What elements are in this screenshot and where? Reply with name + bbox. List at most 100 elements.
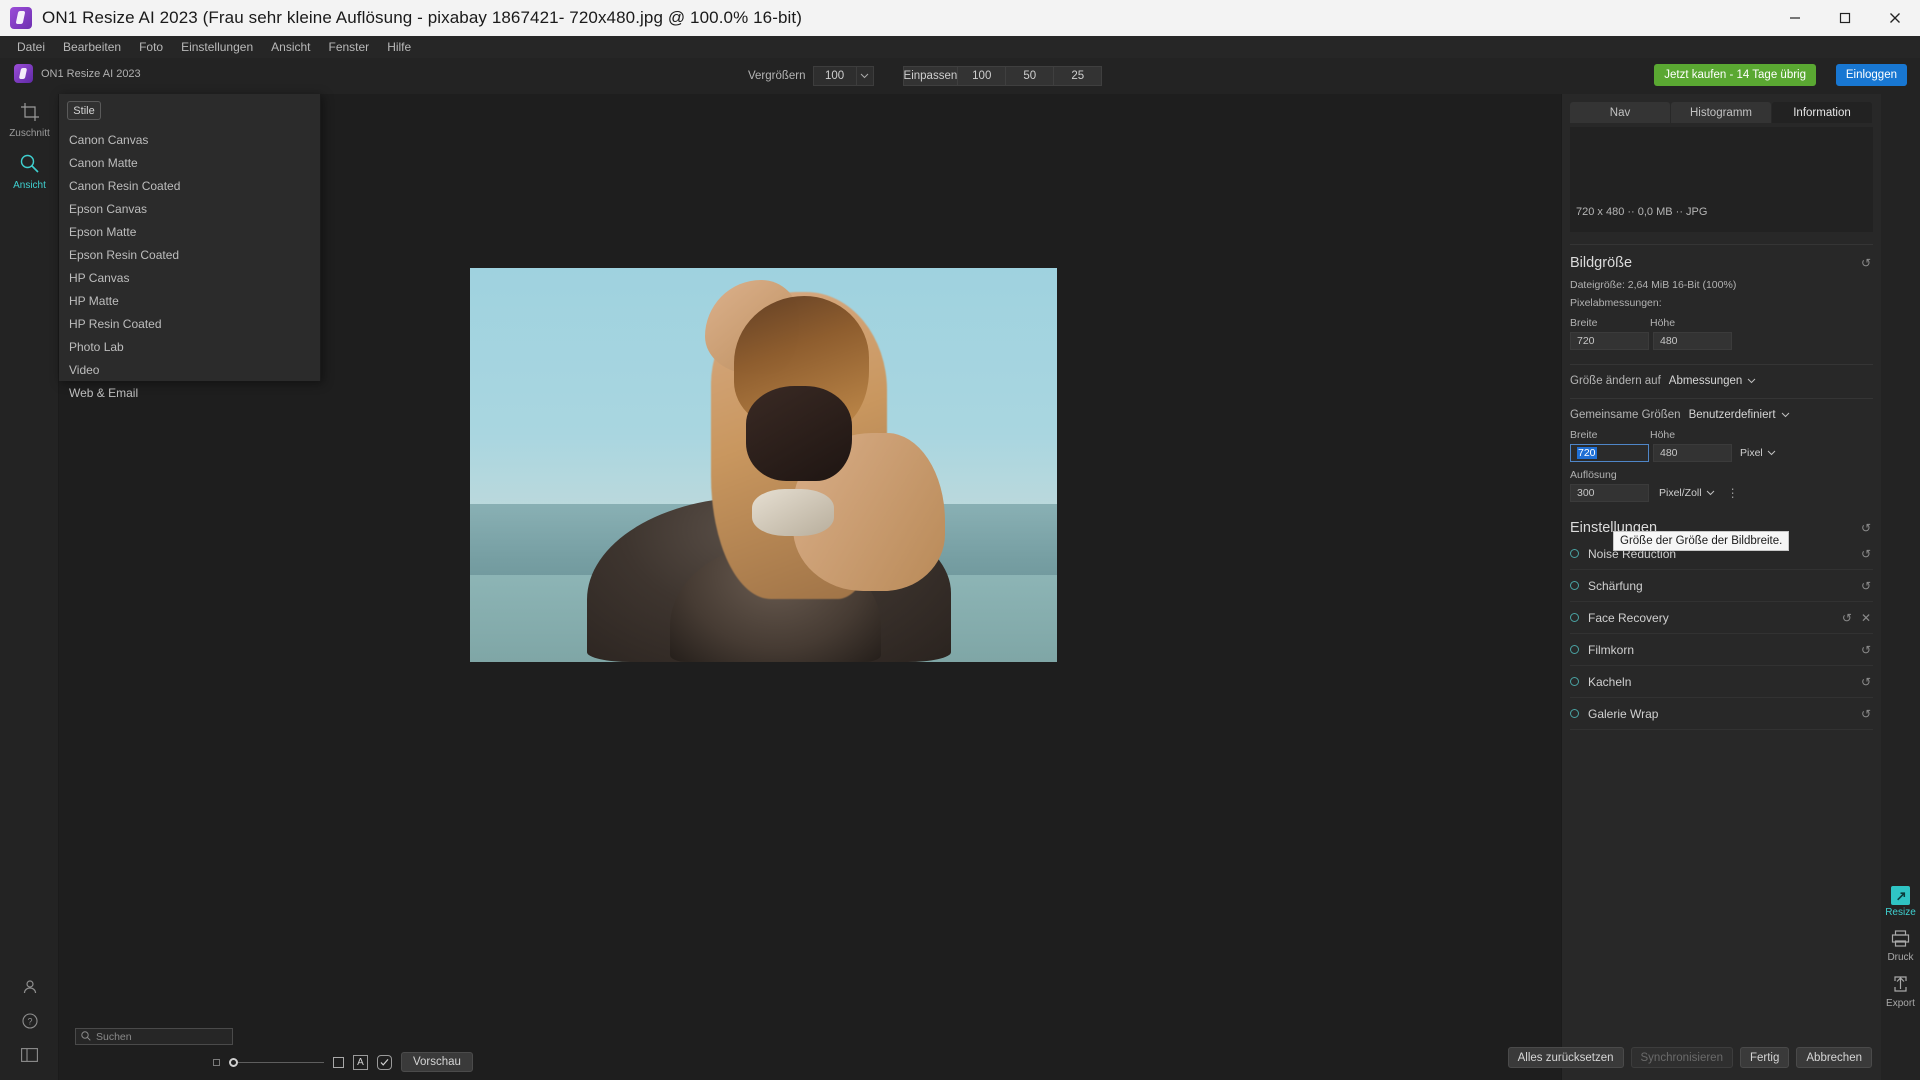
- buy-now-button[interactable]: Jetzt kaufen - 14 Tage übrig: [1654, 64, 1816, 86]
- zoom-25-button[interactable]: 25: [1053, 66, 1103, 86]
- reset-icon[interactable]: ↺: [1842, 611, 1852, 625]
- toggle-icon[interactable]: [1570, 581, 1579, 590]
- left-tool-rail: Zuschnitt Ansicht ?: [0, 94, 59, 1080]
- style-item[interactable]: HP Matte: [59, 289, 320, 312]
- settings-list: Noise Reduction ↺ Schärfung ↺ Face Recov…: [1562, 538, 1881, 730]
- menu-item-fenster[interactable]: Fenster: [320, 38, 379, 56]
- right-panel: Nav Histogramm Information 720 x 480 ·· …: [1561, 94, 1881, 1080]
- style-item[interactable]: Epson Canvas: [59, 197, 320, 220]
- module-print[interactable]: Druck: [1881, 924, 1920, 969]
- setting-face-recovery[interactable]: Face Recovery ↺ ✕: [1562, 602, 1881, 633]
- reset-icon[interactable]: ↺: [1861, 643, 1871, 657]
- menu-item-datei[interactable]: Datei: [8, 38, 54, 56]
- slider-handle[interactable]: [229, 1057, 238, 1067]
- module-export[interactable]: Export: [1881, 969, 1920, 1015]
- preview-button[interactable]: Vorschau: [401, 1052, 473, 1072]
- style-item[interactable]: Web & Email: [59, 381, 320, 404]
- style-item[interactable]: HP Resin Coated: [59, 312, 320, 335]
- resolution-unit-dropdown[interactable]: Pixel/Zoll: [1659, 487, 1715, 499]
- search-icon: [81, 1028, 91, 1046]
- panel-toggle-icon[interactable]: [0, 1038, 59, 1072]
- setting-galerie-wrap[interactable]: Galerie Wrap ↺: [1562, 698, 1881, 729]
- toggle-icon[interactable]: [1570, 709, 1579, 718]
- zoom-input[interactable]: 100: [812, 66, 857, 86]
- reset-icon[interactable]: ↺: [1861, 707, 1871, 721]
- text-overlay-icon[interactable]: A: [353, 1054, 368, 1070]
- module-resize[interactable]: Resize: [1881, 880, 1920, 924]
- resolution-label: Auflösung: [1570, 469, 1617, 481]
- login-button[interactable]: Einloggen: [1835, 64, 1907, 86]
- style-item[interactable]: Epson Resin Coated: [59, 243, 320, 266]
- resolution-unit-value: Pixel/Zoll: [1659, 487, 1702, 499]
- chevron-down-icon[interactable]: [856, 66, 874, 86]
- common-sizes-value: Benutzerdefiniert: [1688, 409, 1776, 421]
- reset-icon[interactable]: ↺: [1861, 579, 1871, 593]
- svg-text:?: ?: [27, 1017, 32, 1027]
- help-icon[interactable]: ?: [0, 1004, 59, 1038]
- common-sizes-row: Gemeinsame Größen Benutzerdefiniert: [1562, 399, 1881, 421]
- person-icon[interactable]: [0, 970, 59, 1004]
- search-input[interactable]: Suchen: [75, 1028, 233, 1045]
- toggle-icon[interactable]: [1570, 677, 1579, 686]
- large-thumbnail-icon[interactable]: [333, 1056, 344, 1068]
- size-field-labels: Breite Höhe: [1570, 317, 1873, 329]
- slider-track[interactable]: [238, 1061, 324, 1063]
- zoom-100-button[interactable]: 100: [957, 66, 1007, 86]
- reset-icon[interactable]: ↺: [1861, 521, 1871, 535]
- resize-to-dropdown[interactable]: Abmessungen: [1669, 375, 1757, 387]
- target-field-labels: Breite Höhe: [1570, 429, 1873, 441]
- toggle-icon[interactable]: [1570, 549, 1579, 558]
- reset-icon[interactable]: ↺: [1861, 256, 1871, 270]
- reset-all-button[interactable]: Alles zurücksetzen: [1507, 1047, 1624, 1068]
- close-icon[interactable]: ✕: [1861, 611, 1871, 625]
- common-sizes-dropdown[interactable]: Benutzerdefiniert: [1689, 409, 1790, 421]
- fit-button[interactable]: Einpassen: [902, 66, 959, 86]
- cancel-button[interactable]: Abbrechen: [1796, 1047, 1872, 1068]
- module-rail: Resize Druck Export: [1881, 94, 1920, 1080]
- toggle-icon[interactable]: [1570, 613, 1579, 622]
- size-unit-dropdown[interactable]: Pixel: [1740, 447, 1776, 459]
- resolution-input[interactable]: 300: [1570, 484, 1649, 502]
- more-options-icon[interactable]: ⋮: [1727, 486, 1740, 500]
- style-item[interactable]: Canon Canvas: [59, 128, 320, 151]
- tab-nav[interactable]: Nav: [1570, 102, 1670, 123]
- zoom-50-button[interactable]: 50: [1005, 66, 1055, 86]
- menu-item-ansicht[interactable]: Ansicht: [262, 38, 319, 56]
- checkbox-icon[interactable]: [377, 1054, 392, 1070]
- tool-crop[interactable]: Zuschnitt: [0, 94, 59, 145]
- menu-item-bearbeiten[interactable]: Bearbeiten: [54, 38, 130, 56]
- target-height-input[interactable]: 480: [1653, 444, 1732, 462]
- setting-filmkorn[interactable]: Filmkorn ↺: [1562, 634, 1881, 665]
- small-thumbnail-icon[interactable]: [213, 1058, 220, 1066]
- setting-kacheln[interactable]: Kacheln ↺: [1562, 666, 1881, 697]
- style-item[interactable]: Photo Lab: [59, 335, 320, 358]
- chevron-down-icon: [1767, 447, 1776, 459]
- target-width-input[interactable]: 720: [1570, 444, 1649, 462]
- styles-tab[interactable]: Stile: [67, 101, 101, 120]
- tab-information[interactable]: Information: [1772, 102, 1872, 123]
- style-item[interactable]: Canon Matte: [59, 151, 320, 174]
- minimize-icon[interactable]: [1770, 0, 1820, 36]
- menu-item-hilfe[interactable]: Hilfe: [378, 38, 420, 56]
- chevron-down-icon: [1706, 487, 1715, 499]
- tab-histogram[interactable]: Histogramm: [1671, 102, 1771, 123]
- menu-item-foto[interactable]: Foto: [130, 38, 172, 56]
- menu-bar: Datei Bearbeiten Foto Einstellungen Ansi…: [0, 36, 1920, 58]
- style-item[interactable]: Epson Matte: [59, 220, 320, 243]
- done-button[interactable]: Fertig: [1739, 1047, 1790, 1068]
- menu-item-einstellungen[interactable]: Einstellungen: [172, 38, 262, 56]
- height-readonly-field: 480: [1653, 332, 1732, 350]
- style-item[interactable]: Video: [59, 358, 320, 381]
- chevron-down-icon: [1781, 409, 1790, 421]
- reset-icon[interactable]: ↺: [1861, 675, 1871, 689]
- height-label: Höhe: [1650, 317, 1676, 329]
- close-icon[interactable]: [1870, 0, 1920, 36]
- style-item[interactable]: HP Canvas: [59, 266, 320, 289]
- setting-schaerfung[interactable]: Schärfung ↺: [1562, 570, 1881, 601]
- style-item[interactable]: Canon Resin Coated: [59, 174, 320, 197]
- maximize-icon[interactable]: [1820, 0, 1870, 36]
- thumbnail-size-slider[interactable]: [229, 1057, 324, 1067]
- reset-icon[interactable]: ↺: [1861, 547, 1871, 561]
- toggle-icon[interactable]: [1570, 645, 1579, 654]
- tool-view[interactable]: Ansicht: [0, 145, 59, 197]
